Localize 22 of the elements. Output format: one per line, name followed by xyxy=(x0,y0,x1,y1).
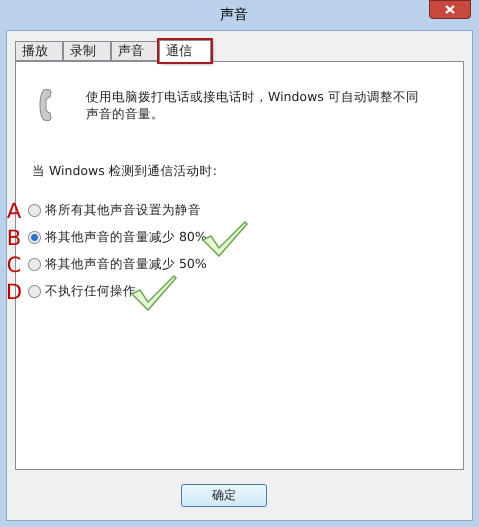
tab[interactable]: 播放 xyxy=(15,41,63,61)
heading-text: 当 Windows 检测到通信活动时: xyxy=(32,162,217,180)
tab[interactable]: 声音 xyxy=(111,41,159,61)
close-button[interactable] xyxy=(429,0,471,19)
tab[interactable]: 录制 xyxy=(63,41,111,61)
window-title: 声音 xyxy=(220,6,248,24)
radio-option[interactable]: 将其他声音的音量减少 50% xyxy=(28,255,207,274)
ok-button[interactable]: 确定 xyxy=(181,484,267,506)
radio-button[interactable] xyxy=(28,231,41,244)
option-letter: C xyxy=(6,254,22,275)
radio-button[interactable] xyxy=(28,258,41,272)
option-letter: A xyxy=(6,200,22,221)
radio-option[interactable]: 不执行任何操作 xyxy=(28,282,136,302)
description-text: 使用电脑拨打电话或接电话时，Windows 可自动调整不同声音的音量。 xyxy=(86,88,420,122)
option-letter: B xyxy=(6,228,22,248)
close-icon xyxy=(445,5,455,14)
tab[interactable]: 通信 xyxy=(159,40,211,62)
radio-option[interactable]: 将其他声音的音量减少 80% xyxy=(28,228,207,248)
radio-option[interactable]: 将所有其他声音设置为静音 xyxy=(28,201,201,220)
radio-button[interactable] xyxy=(28,204,41,218)
option-letter: D xyxy=(4,282,24,302)
radio-button[interactable] xyxy=(28,285,41,298)
